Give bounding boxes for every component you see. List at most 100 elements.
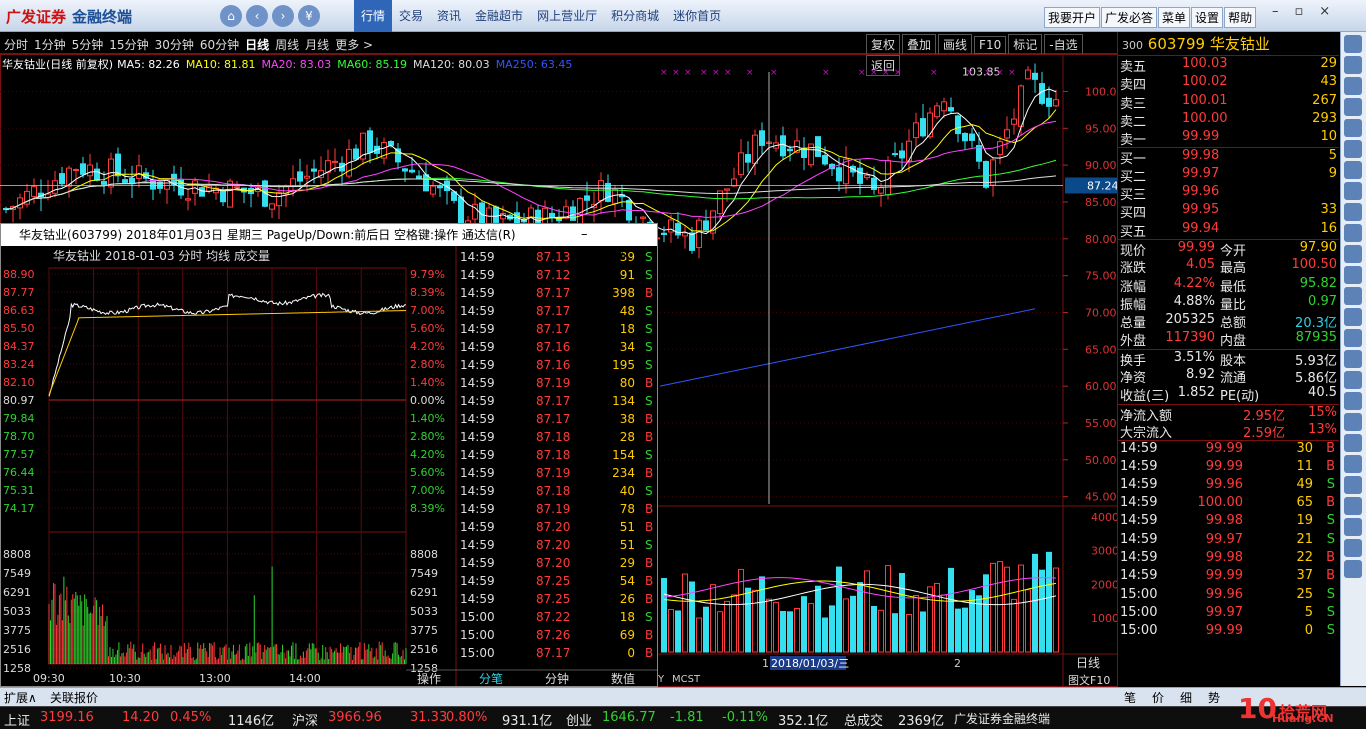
- period-tab-9[interactable]: 更多 >: [335, 38, 373, 52]
- fund-value: 5.93亿: [1295, 353, 1337, 369]
- menu-item-6[interactable]: 迷你首页: [666, 0, 728, 32]
- top-button-0[interactable]: 我要开户: [1044, 7, 1101, 28]
- period-tab-5[interactable]: 60分钟: [200, 38, 239, 52]
- price-tick-label: 70.00: [1085, 306, 1117, 319]
- tool-button-4[interactable]: 标记: [1008, 34, 1043, 55]
- tab-related-quotes[interactable]: 关联报价: [50, 689, 98, 706]
- volume-bar: [766, 598, 772, 653]
- ask-volume: 267: [1312, 92, 1337, 108]
- menu-item-3[interactable]: 金融超市: [468, 0, 530, 32]
- tool-button-2[interactable]: 画线: [938, 34, 973, 55]
- sidebar-tool-icon[interactable]: [1344, 287, 1362, 305]
- sidebar-tool-icon[interactable]: [1344, 476, 1362, 494]
- event-mark: ×: [858, 68, 866, 78]
- top-button-1[interactable]: 广发必答: [1101, 7, 1158, 28]
- sidebar-tool-icon[interactable]: [1344, 539, 1362, 557]
- period-tab-2[interactable]: 5分钟: [72, 38, 104, 52]
- sidebar-tool-icon[interactable]: [1344, 350, 1362, 368]
- volume-bar: [717, 611, 723, 653]
- menu-item-0[interactable]: 行情: [354, 0, 393, 32]
- tab-detail[interactable]: 细: [1180, 689, 1192, 706]
- sidebar-tool-icon[interactable]: [1344, 455, 1362, 473]
- expand-icon[interactable]: ¥: [298, 5, 320, 27]
- intraday-popup[interactable]: 华友钴业(603799) 2018年01月03日 星期三 PageUp/Down…: [0, 223, 658, 687]
- forward-icon[interactable]: ›: [272, 5, 294, 27]
- period-tab-6[interactable]: 日线: [245, 38, 269, 52]
- candle-body: [1046, 97, 1052, 107]
- menu-item-1[interactable]: 交易: [392, 0, 430, 32]
- trade-side: S: [1326, 513, 1335, 529]
- sidebar-tool-icon[interactable]: [1344, 224, 1362, 242]
- trade-time: 15:00: [1120, 623, 1158, 639]
- volume-bar: [1018, 564, 1024, 653]
- popup-window-controls[interactable]: –▫×: [581, 224, 661, 268]
- sidebar-tool-icon[interactable]: [1344, 77, 1362, 95]
- tool-button-0[interactable]: 复权: [866, 34, 901, 55]
- trade-volume: 5: [1304, 604, 1313, 620]
- candle-body: [430, 185, 436, 195]
- popup-tab-2[interactable]: 分钟: [545, 671, 569, 686]
- sidebar-tool-icon[interactable]: [1344, 308, 1362, 326]
- sidebar-tool-icon[interactable]: [1344, 518, 1362, 536]
- tick-side: B: [645, 628, 653, 642]
- sidebar-tool-icon[interactable]: [1344, 98, 1362, 116]
- sidebar-tool-icon[interactable]: [1344, 413, 1362, 431]
- top-button-4[interactable]: 帮助: [1224, 7, 1257, 28]
- popup-tab-0[interactable]: 操作: [417, 671, 441, 686]
- sidebar-tool-icon[interactable]: [1344, 329, 1362, 347]
- sidebar-tool-icon[interactable]: [1344, 140, 1362, 158]
- volume-bar: [836, 566, 842, 653]
- sidebar-tool-icon[interactable]: [1344, 182, 1362, 200]
- sidebar-tool-icon[interactable]: [1344, 161, 1362, 179]
- sidebar-tool-icon[interactable]: [1344, 497, 1362, 515]
- intraday-price-label: 88.90: [3, 268, 35, 281]
- top-toolbar: 广发证券 金融终端 ⌂ ‹ › ¥ 行情 交易 资讯 金融超市 网上营业厅 积分商城 迷你首页…: [0, 0, 1366, 32]
- period-tab-7[interactable]: 周线: [275, 38, 299, 52]
- stat-label: 最高: [1220, 261, 1247, 277]
- menu-item-2[interactable]: 资讯: [430, 0, 468, 32]
- volume-bar: [780, 611, 786, 653]
- intraday-price-label: 87.77: [3, 286, 35, 299]
- sidebar-tool-icon[interactable]: [1344, 560, 1362, 578]
- tool-button-3[interactable]: F10: [974, 36, 1007, 54]
- period-tab-4[interactable]: 30分钟: [155, 38, 194, 52]
- intraday-vol-label-right: 6291: [410, 586, 438, 599]
- sidebar-tool-icon[interactable]: [1344, 434, 1362, 452]
- period-tab-1[interactable]: 1分钟: [34, 38, 66, 52]
- sidebar-tool-icon[interactable]: [1344, 35, 1362, 53]
- tool-button-5[interactable]: -自选: [1044, 34, 1083, 55]
- period-tab-0[interactable]: 分时: [4, 38, 28, 52]
- sidebar-tool-icon[interactable]: [1344, 392, 1362, 410]
- tool-button-1[interactable]: 叠加: [902, 34, 937, 55]
- sidebar-tool-icon[interactable]: [1344, 245, 1362, 263]
- tick-time: 14:59: [460, 502, 495, 516]
- ask-volume: 293: [1312, 110, 1337, 126]
- top-button-2[interactable]: 菜单: [1158, 7, 1191, 28]
- candle-body: [101, 181, 107, 185]
- popup-tab-3[interactable]: 数值: [611, 671, 635, 686]
- sidebar-tool-icon[interactable]: [1344, 266, 1362, 284]
- tab-price[interactable]: 价: [1152, 689, 1164, 706]
- volume-bar: [703, 606, 709, 653]
- tab-trades[interactable]: 笔: [1124, 689, 1136, 706]
- sidebar-tool-icon[interactable]: [1344, 56, 1362, 74]
- sidebar-tool-icon[interactable]: [1344, 203, 1362, 221]
- home-icon[interactable]: ⌂: [220, 5, 242, 27]
- popup-tab-1[interactable]: 分笔: [479, 671, 503, 686]
- tab-expand[interactable]: 扩展∧: [4, 689, 37, 706]
- tab-trend[interactable]: 势: [1208, 689, 1220, 706]
- top-button-3[interactable]: 设置: [1191, 7, 1224, 28]
- window-controls[interactable]: –▫×: [1272, 4, 1346, 19]
- intraday-chart[interactable]: 华友钴业 2018-01-03 分时 均线 成交量 88.90 9.79% 87.77…: [1, 246, 657, 686]
- volume-bar: [1032, 553, 1038, 653]
- period-tab-3[interactable]: 15分钟: [109, 38, 148, 52]
- back-icon[interactable]: ‹: [246, 5, 268, 27]
- price-tick-label: 85.00: [1085, 196, 1117, 209]
- menu-item-5[interactable]: 积分商城: [604, 0, 666, 32]
- period-tab-8[interactable]: 月线: [305, 38, 329, 52]
- menu-item-4[interactable]: 网上营业厅: [530, 0, 604, 32]
- sidebar-tool-icon[interactable]: [1344, 119, 1362, 137]
- intraday-price-label: 79.84: [3, 412, 35, 425]
- quote-panel: 300 603799 华友钴业 卖五 100.03 29 卖四 100.02 43 卖三 10…: [1117, 32, 1339, 686]
- sidebar-tool-icon[interactable]: [1344, 371, 1362, 389]
